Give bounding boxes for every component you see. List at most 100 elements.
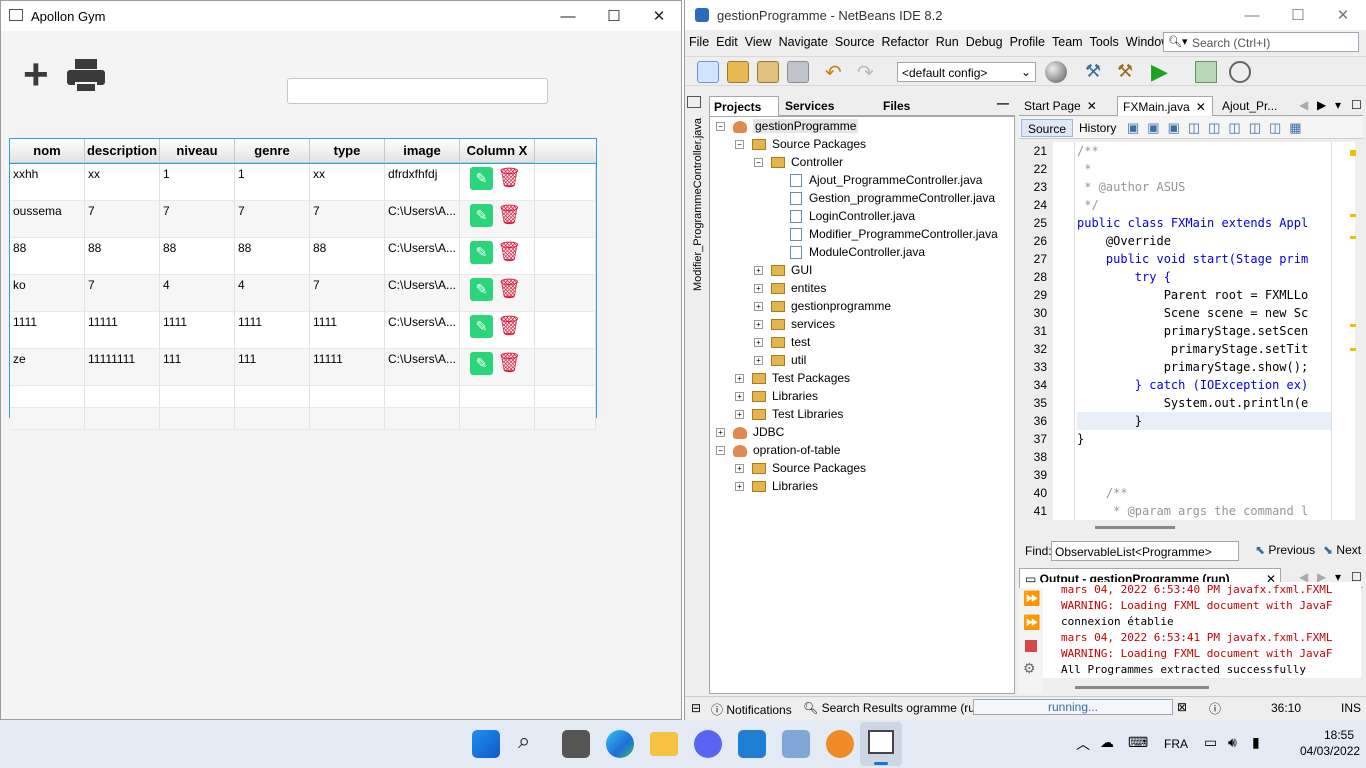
tree-node[interactable]: + gestionprogramme [710, 297, 1014, 315]
tab-scroll-left-icon[interactable]: ◀ [1299, 98, 1308, 112]
chevron-up-icon[interactable]: ︿ [1076, 734, 1090, 754]
menu-item-run[interactable]: Run [936, 35, 959, 49]
edit-icon[interactable]: ✎ [470, 352, 493, 375]
tree-node[interactable]: Modifier_ProgrammeController.java [710, 225, 1014, 243]
tree-node[interactable]: + Libraries [710, 387, 1014, 405]
clock[interactable]: 18:55 04/03/2022 [1300, 728, 1360, 758]
table-row[interactable]: 1111 11111 1111 1111 1111 C:\Users\A... ✎ 🗑︎ [10, 312, 596, 349]
delete-icon[interactable]: 🗑︎ [497, 240, 521, 264]
tree-node[interactable]: Gestion_programmeController.java [710, 189, 1014, 207]
tree-node[interactable]: − Source Packages [710, 135, 1014, 153]
tree-node[interactable]: + test [710, 333, 1014, 351]
app-orange-icon[interactable] [826, 730, 854, 758]
undo-icon[interactable]: ↶ [825, 60, 842, 85]
new-project-icon[interactable] [727, 61, 749, 83]
code-editor[interactable]: /** * * @author ASUS */ public class FXMa… [1075, 142, 1331, 520]
keyboard-icon[interactable]: ⌨ [1128, 734, 1148, 751]
delete-icon[interactable]: 🗑︎ [497, 314, 521, 338]
run-icon[interactable]: ▶ [1151, 59, 1168, 85]
table-row[interactable]: 88 88 88 88 88 C:\Users\A... ✎ 🗑︎ [10, 238, 596, 275]
table-row[interactable]: ze 11111111 111 111 11111 C:\Users\A... ✎ 🗑︎ [10, 349, 596, 386]
col-header-actions[interactable]: Column X [460, 139, 535, 163]
tree-node[interactable]: + services [710, 315, 1014, 333]
tree-node[interactable]: + Libraries [710, 477, 1014, 495]
debug-icon[interactable] [1195, 61, 1217, 83]
menu-item-debug[interactable]: Debug [966, 35, 1003, 49]
redo-icon[interactable]: ↷ [857, 60, 874, 85]
menu-item-tools[interactable]: Tools [1090, 35, 1119, 49]
tree-node[interactable]: + entites [710, 279, 1014, 297]
cancel-process-icon[interactable]: ⊠ [1177, 700, 1187, 714]
battery-icon[interactable]: ▮ [1252, 734, 1260, 751]
tree-node[interactable]: LoginController.java [710, 207, 1014, 225]
collapse-icon[interactable]: − [716, 122, 725, 132]
new-file-icon[interactable] [697, 61, 719, 83]
tree-node[interactable]: + Test Libraries [710, 405, 1014, 423]
history-mode-button[interactable]: History [1075, 119, 1120, 137]
search-icon[interactable]: ⌕ [518, 728, 530, 754]
close-icon[interactable]: ✕ [1087, 99, 1097, 113]
save-all-icon[interactable] [787, 61, 809, 83]
expand-icon[interactable]: + [735, 374, 744, 384]
tree-node[interactable]: + Test Packages [710, 369, 1014, 387]
find-next-button[interactable]: ⬊ Next [1323, 543, 1361, 557]
discord-icon[interactable] [694, 730, 722, 758]
tree-node[interactable]: Ajout_ProgrammeController.java [710, 171, 1014, 189]
col-header-type[interactable]: type [310, 139, 385, 163]
minimize-panel-icon[interactable]: — [997, 96, 1009, 110]
globe-icon[interactable] [1045, 61, 1067, 83]
network-icon[interactable]: ▭ [1204, 734, 1217, 751]
volume-icon[interactable]: 🔊︎ [1228, 734, 1237, 751]
add-icon[interactable]: + [23, 53, 49, 97]
config-select[interactable]: <default config> ⌄ [897, 62, 1036, 82]
start-icon[interactable] [472, 730, 500, 758]
settings-icon[interactable]: ⚙ [1023, 660, 1036, 677]
profile-icon[interactable] [1229, 61, 1251, 83]
find-previous-button[interactable]: ⬉ Previous [1255, 543, 1315, 557]
tree-node[interactable]: − Controller [710, 153, 1014, 171]
col-header-nom[interactable]: nom [10, 139, 85, 163]
clean-build-icon[interactable]: ⚒ [1117, 61, 1133, 82]
table-row[interactable]: xxhh xx 1 1 xx dfrdxfhfdj ✎ 🗑︎ [9, 163, 597, 202]
table-row[interactable]: ko 7 4 4 7 C:\Users\A... ✎ 🗑︎ [10, 275, 596, 312]
tree-node[interactable]: ModuleController.java [710, 243, 1014, 261]
menu-item-edit[interactable]: Edit [716, 35, 738, 49]
file-explorer-icon[interactable] [650, 732, 678, 756]
expand-icon[interactable]: + [735, 392, 744, 402]
minimize-button[interactable]: — [1229, 0, 1275, 30]
collapse-icon[interactable]: − [716, 446, 725, 456]
output-console[interactable]: mars 04, 2022 6:53:40 PM javafx.fxml.FXM… [1043, 582, 1361, 678]
tree-node[interactable]: − gestionProgramme [710, 117, 1014, 135]
rerun-icon[interactable]: ⏩ [1023, 590, 1040, 607]
task-view-icon[interactable] [562, 730, 590, 758]
expand-icon[interactable]: + [754, 266, 763, 276]
expand-icon[interactable]: + [735, 410, 744, 420]
rerun-params-icon[interactable]: ⏩ [1023, 614, 1040, 631]
collapse-icon[interactable]: − [735, 140, 744, 150]
expand-icon[interactable]: + [754, 284, 763, 294]
onedrive-icon[interactable]: ☁ [1100, 734, 1114, 751]
editor-tool-icons[interactable]: ▣▣▣◫◫◫◫◫▦ [1127, 120, 1310, 136]
close-icon[interactable]: ✕ [1196, 100, 1206, 114]
table-row[interactable]: oussema 7 7 7 7 C:\Users\A... ✎ 🗑︎ [10, 201, 596, 238]
minimize-button[interactable]: — [545, 1, 591, 31]
open-project-icon[interactable] [757, 61, 779, 83]
collapse-icon[interactable]: − [754, 158, 763, 168]
edge-icon[interactable] [606, 730, 634, 758]
progress-bar[interactable]: running... [973, 699, 1173, 715]
expand-icon[interactable]: + [754, 302, 763, 312]
tab-start-page[interactable]: Start Page ✕ [1019, 96, 1117, 116]
restore-icon[interactable]: ⊟ [691, 701, 701, 715]
edit-icon[interactable]: ✎ [470, 241, 493, 264]
menu-item-profile[interactable]: Profile [1010, 35, 1045, 49]
menu-item-view[interactable]: View [745, 35, 772, 49]
delete-icon[interactable]: 🗑︎ [497, 351, 521, 375]
search-input[interactable] [287, 78, 548, 104]
delete-icon[interactable]: 🗑︎ [497, 166, 521, 190]
tab-files[interactable]: Files [883, 99, 910, 113]
build-icon[interactable]: ⚒ [1085, 61, 1101, 82]
active-app-icon[interactable] [860, 722, 902, 766]
expand-icon[interactable]: + [754, 320, 763, 330]
expand-icon[interactable]: + [735, 464, 744, 474]
delete-icon[interactable]: 🗑︎ [497, 277, 521, 301]
